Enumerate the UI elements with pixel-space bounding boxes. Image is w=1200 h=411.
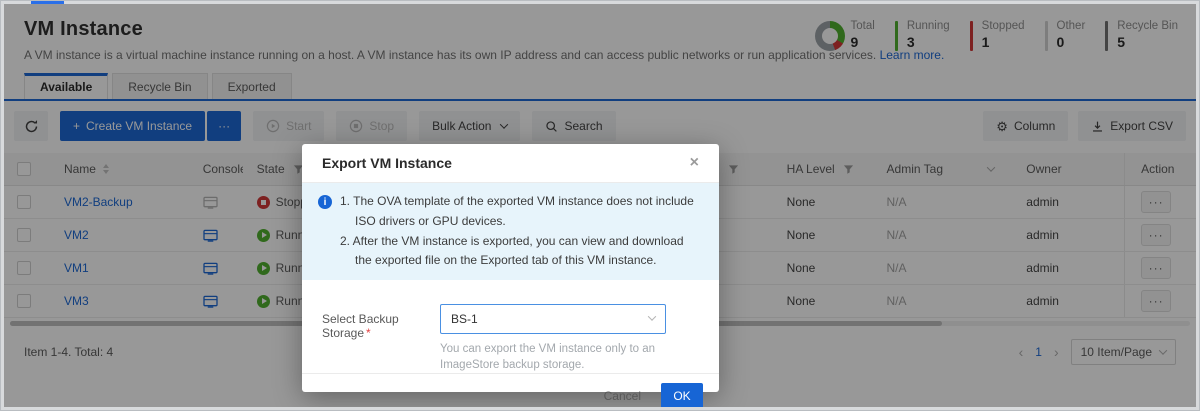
ok-button[interactable]: OK — [661, 383, 703, 407]
cancel-button[interactable]: Cancel — [604, 389, 641, 403]
app-viewport: VM Instance A VM instance is a virtual m… — [4, 4, 1196, 407]
backup-storage-value: BS-1 — [451, 312, 478, 326]
modal-note: 1. The OVA template of the exported VM i… — [340, 192, 701, 232]
required-mark: * — [366, 326, 371, 340]
backup-storage-label: Select Backup Storage* — [322, 304, 440, 373]
close-icon[interactable]: × — [690, 155, 699, 171]
screenshot-frame: VM Instance A VM instance is a virtual m… — [0, 0, 1200, 411]
export-vm-modal: Export VM Instance × i 1. The OVA templa… — [302, 144, 719, 392]
backup-storage-select[interactable]: BS-1 — [440, 304, 666, 334]
modal-footer: Cancel OK — [302, 373, 719, 407]
modal-notes: 1. The OVA template of the exported VM i… — [340, 192, 701, 271]
modal-title: Export VM Instance — [322, 155, 452, 171]
backup-storage-label-text: Select Backup Storage — [322, 312, 399, 340]
modal-header: Export VM Instance × — [302, 144, 719, 183]
top-accent-bar — [31, 1, 64, 4]
modal-form: Select Backup Storage* BS-1 You can expo… — [302, 280, 719, 373]
backup-storage-field: BS-1 You can export the VM instance only… — [440, 304, 666, 373]
backup-storage-help: You can export the VM instance only to a… — [440, 341, 666, 373]
info-icon: i — [318, 195, 332, 209]
chevron-down-icon — [648, 313, 656, 321]
modal-note: 2. After the VM instance is exported, yo… — [340, 232, 701, 272]
modal-info-box: i 1. The OVA template of the exported VM… — [302, 183, 719, 280]
